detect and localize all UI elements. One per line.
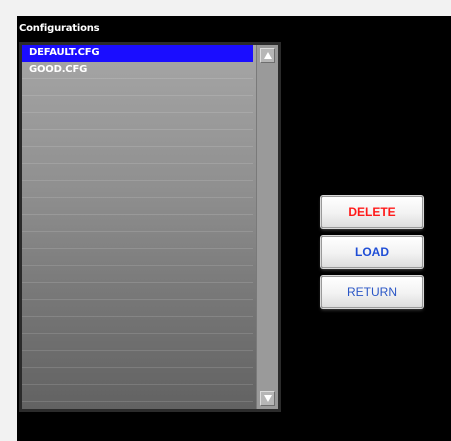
empty-list-row[interactable] bbox=[22, 198, 253, 215]
list-item[interactable]: DEFAULT.CFG bbox=[22, 45, 253, 62]
empty-list-row[interactable] bbox=[22, 79, 253, 96]
empty-list-row[interactable] bbox=[22, 249, 253, 266]
delete-button[interactable]: DELETE bbox=[321, 196, 423, 228]
vertical-scrollbar[interactable] bbox=[256, 45, 278, 409]
empty-list-row[interactable] bbox=[22, 351, 253, 368]
empty-list-row[interactable] bbox=[22, 283, 253, 300]
empty-list-row[interactable] bbox=[22, 215, 253, 232]
empty-list-row[interactable] bbox=[22, 130, 253, 147]
empty-list-row[interactable] bbox=[22, 147, 253, 164]
triangle-up-icon bbox=[264, 52, 272, 59]
empty-list-row[interactable] bbox=[22, 368, 253, 385]
empty-list-row[interactable] bbox=[22, 300, 253, 317]
panel-title: Configurations bbox=[19, 23, 100, 34]
load-button[interactable]: LOAD bbox=[321, 236, 423, 268]
empty-list-row[interactable] bbox=[22, 113, 253, 130]
configurations-list[interactable]: DEFAULT.CFG GOOD.CFG bbox=[22, 45, 253, 409]
scroll-up-button[interactable] bbox=[260, 48, 275, 63]
empty-list-row[interactable] bbox=[22, 164, 253, 181]
empty-list-row[interactable] bbox=[22, 232, 253, 249]
empty-list-row[interactable] bbox=[22, 317, 253, 334]
empty-list-row[interactable] bbox=[22, 181, 253, 198]
empty-list-row[interactable] bbox=[22, 96, 253, 113]
triangle-down-icon bbox=[264, 395, 272, 402]
configurations-listbox[interactable]: DEFAULT.CFG GOOD.CFG bbox=[19, 42, 281, 412]
empty-list-row[interactable] bbox=[22, 385, 253, 402]
return-button[interactable]: RETURN bbox=[321, 276, 423, 308]
empty-list-row[interactable] bbox=[22, 266, 253, 283]
list-item[interactable]: GOOD.CFG bbox=[22, 62, 253, 79]
scroll-down-button[interactable] bbox=[260, 391, 275, 406]
empty-list-row[interactable] bbox=[22, 334, 253, 351]
